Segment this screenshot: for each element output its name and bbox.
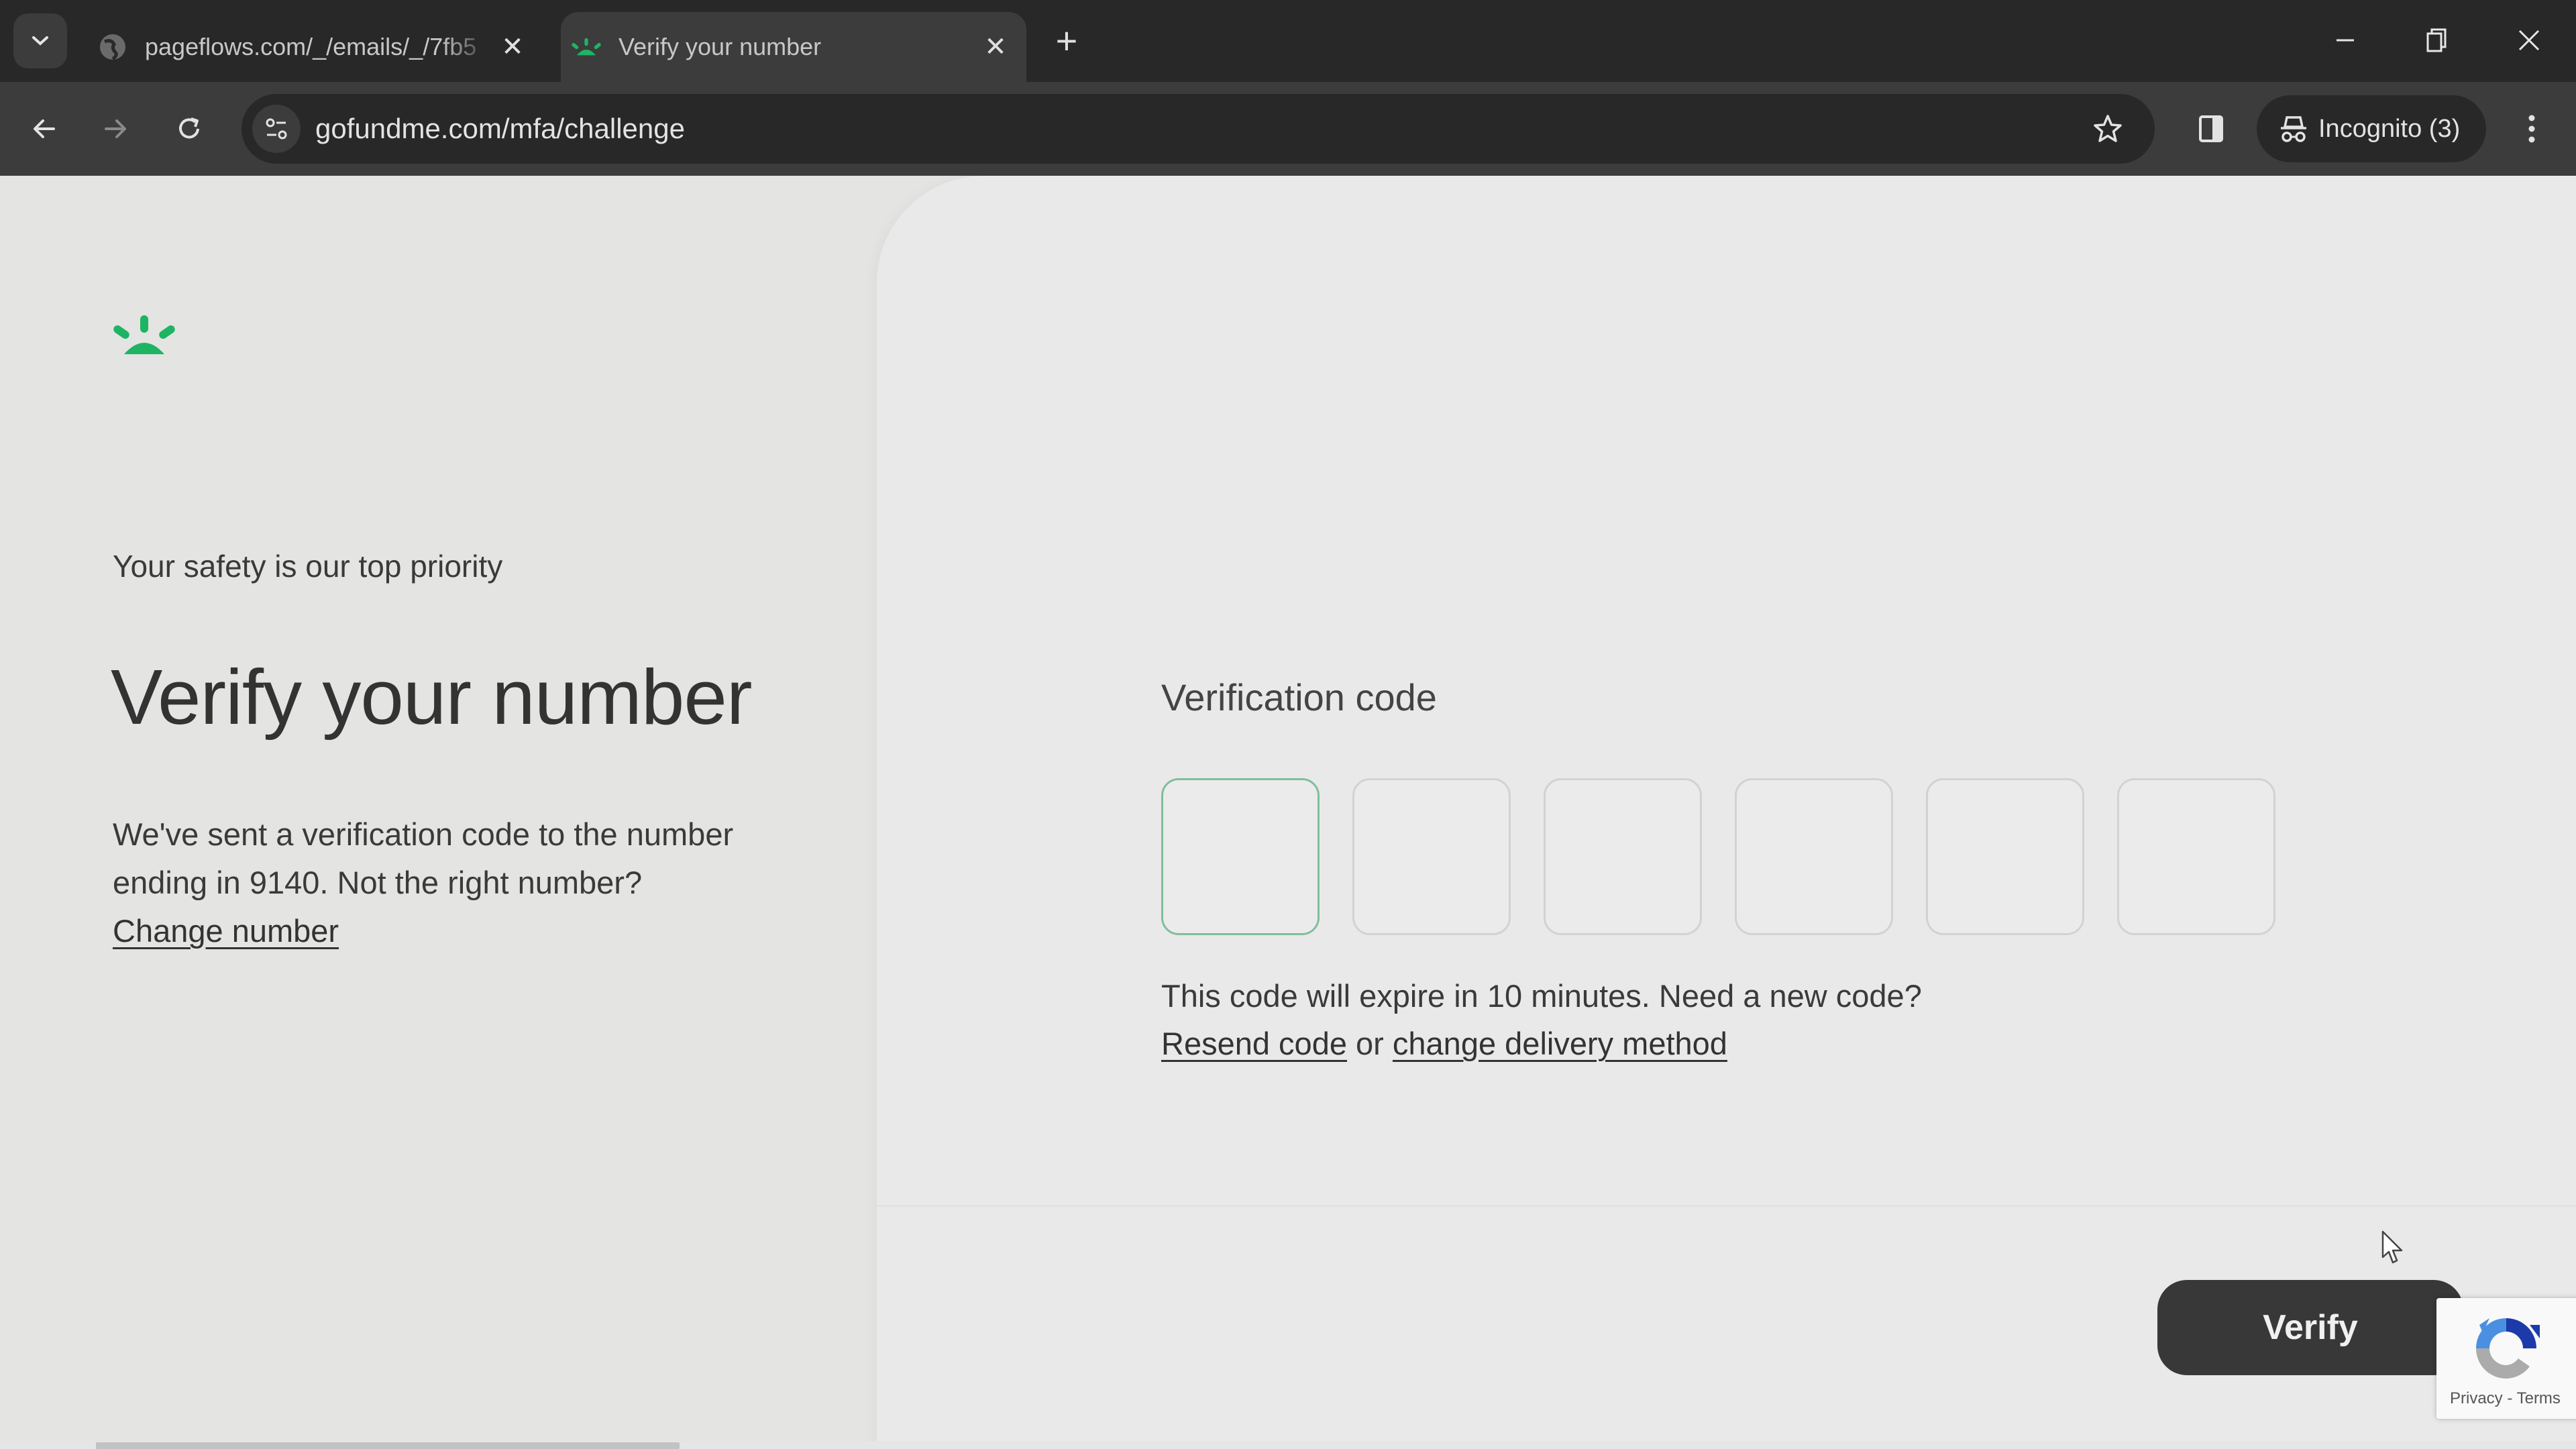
restore-icon [2426,28,2447,52]
verification-code-label: Verification code [1161,676,1437,718]
code-digit-1[interactable] [1161,778,1320,935]
resend-links: Resend code or change delivery method [1161,1025,1727,1062]
incognito-profile-button[interactable]: Incognito (3) [2257,95,2486,162]
verification-card: Verification code This code will expire … [877,176,2576,1449]
incognito-label: Incognito (3) [2318,114,2461,143]
arrow-left-icon [34,119,55,138]
eyebrow-text: Your safety is our top priority [113,549,503,584]
expire-text: This code will expire in 10 minutes. Nee… [1161,978,1922,1014]
new-tab-button[interactable]: + [1046,19,1087,62]
description-text: We've sent a verification code to the nu… [113,816,734,900]
description: We've sent a verification code to the nu… [113,810,784,955]
side-panel-icon [2199,115,2223,142]
recaptcha-icon [2476,1318,2540,1379]
gofundme-logo-icon [572,32,601,62]
tab-search-button[interactable] [13,13,67,68]
side-panel-button[interactable] [2188,106,2234,152]
tune-icon [266,118,287,140]
address-bar[interactable]: gofundme.com/mfa/challenge [241,94,2155,164]
site-info-button[interactable] [252,105,301,153]
url-text[interactable]: gofundme.com/mfa/challenge [315,94,685,164]
recaptcha-links: Privacy - Terms [2450,1389,2561,1408]
minimize-button[interactable] [2312,13,2379,67]
arrow-right-icon [105,119,126,138]
browser-tab-bar: pageflows.com/_/emails/_/7fb5 ✕ Verify y… [0,0,2576,82]
page-title: Verify your number [111,653,753,741]
resend-code-link[interactable]: Resend code [1161,1026,1347,1061]
minimize-icon [2337,39,2354,42]
footer-divider [877,1205,2576,1207]
bookmark-button[interactable] [2088,109,2128,149]
verification-code-inputs [1161,778,2275,935]
verify-button[interactable]: Verify [2157,1280,2463,1375]
globe-icon [98,32,127,62]
code-digit-4[interactable] [1735,778,1893,935]
back-button[interactable] [21,106,67,152]
gofundme-logo-icon [113,315,175,354]
incognito-icon [2281,116,2306,142]
or-text: or [1346,1026,1393,1061]
page-content: Your safety is our top priority Verify y… [0,176,2576,1449]
mouse-cursor-icon [2381,1230,2403,1264]
star-icon [2094,115,2122,142]
close-tab-button[interactable]: ✕ [492,27,533,67]
code-digit-5[interactable] [1926,778,2084,935]
change-number-link[interactable]: Change number [113,907,339,955]
code-digit-6[interactable] [2117,778,2275,935]
recaptcha-separator: - [2502,1389,2517,1407]
code-digit-2[interactable] [1352,778,1511,935]
tab-title: Verify your number [619,33,822,60]
recaptcha-badge[interactable]: Privacy - Terms [2436,1298,2576,1419]
tab-pageflows[interactable]: pageflows.com/_/emails/_/7fb5 ✕ [87,12,543,82]
close-icon: ✕ [501,32,524,62]
close-window-button[interactable] [2496,13,2563,67]
tab-title: pageflows.com/_/emails/_/7fb5 [145,33,477,60]
recaptcha-privacy-link[interactable]: Privacy [2450,1389,2503,1407]
tab-verify-your-number[interactable]: Verify your number ✕ [561,12,1026,82]
browser-menu-button[interactable] [2509,106,2555,152]
close-icon: ✕ [984,32,1007,62]
more-vert-icon [2528,115,2535,143]
horizontal-scrollbar-thumb[interactable] [96,1442,680,1449]
chevron-down-icon [32,36,48,46]
restore-button[interactable] [2403,13,2470,67]
reload-button[interactable] [166,106,212,152]
change-delivery-method-link[interactable]: change delivery method [1393,1026,1727,1061]
close-tab-button[interactable]: ✕ [975,27,1016,67]
browser-toolbar: gofundme.com/mfa/challenge Incognito (3) [0,82,2576,176]
close-icon [2518,30,2540,51]
code-digit-3[interactable] [1544,778,1702,935]
reload-icon [179,117,199,139]
forward-button[interactable] [93,106,138,152]
plus-icon: + [1055,19,1078,62]
recaptcha-terms-link[interactable]: Terms [2517,1389,2561,1407]
